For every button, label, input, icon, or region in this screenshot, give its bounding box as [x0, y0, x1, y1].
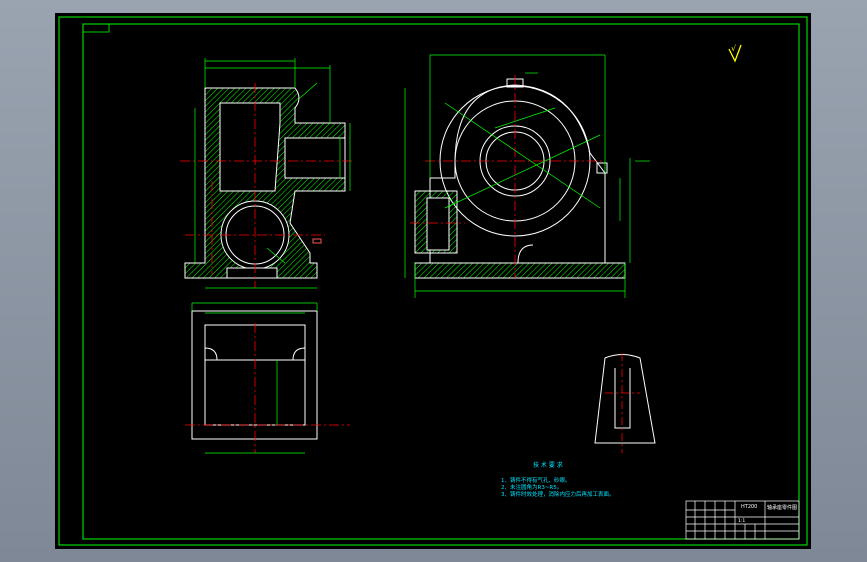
roughness-icon: √	[731, 44, 737, 53]
outer-frame	[58, 16, 808, 546]
scale-label: 1:1	[738, 518, 745, 524]
technical-requirements: 技 术 要 求 1、铸件不得有气孔、砂眼。 2、未注圆角为R3~R5。 3、铸件…	[501, 461, 615, 498]
partial-rib-view	[594, 354, 656, 444]
drawing-svg: √ 技 术 要 求 1、铸件不得有气孔、砂眼。 2、未注圆角为R3~R5。 3、…	[58, 16, 808, 546]
drawing-sheet: √ 技 术 要 求 1、铸件不得有气孔、砂眼。 2、未注圆角为R3~R5。 3、…	[55, 13, 811, 549]
tech-req-item-1: 1、铸件不得有气孔、砂眼。	[501, 476, 571, 484]
rib-centerline	[605, 353, 640, 453]
tech-req-title: 技 术 要 求	[533, 461, 563, 469]
bottom-centerlines	[185, 323, 350, 453]
inner-frame	[82, 23, 800, 540]
front-section-view	[184, 87, 346, 279]
cad-viewport[interactable]: √ 技 术 要 求 1、铸件不得有气孔、砂眼。 2、未注圆角为R3~R5。 3、…	[0, 0, 867, 562]
corner-box	[82, 23, 110, 33]
side-view	[414, 78, 626, 279]
tech-req-item-3: 3、铸件时效处理，消除内应力后再加工表面。	[501, 490, 615, 498]
part-code: HT200	[741, 504, 757, 510]
bottom-view	[191, 310, 318, 440]
part-name: 轴承座零件图	[767, 504, 797, 511]
tech-req-item-2: 2、未注圆角为R3~R5。	[501, 483, 562, 491]
roughness-symbol: √	[728, 44, 742, 63]
